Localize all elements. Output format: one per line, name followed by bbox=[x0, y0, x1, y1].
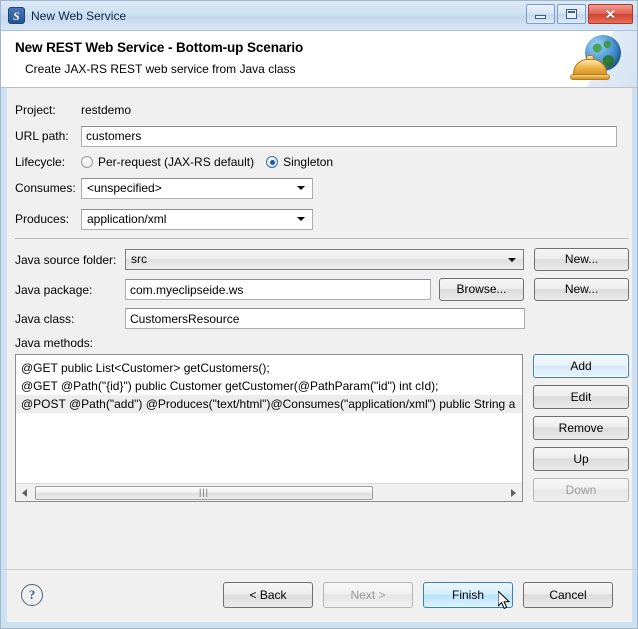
produces-label: Produces: bbox=[15, 212, 70, 226]
lifecycle-label: Lifecycle: bbox=[15, 155, 66, 169]
java-package-label: Java package: bbox=[15, 282, 93, 297]
java-source-folder-label: Java source folder: bbox=[15, 252, 117, 267]
finish-button[interactable]: Finish bbox=[423, 582, 513, 608]
help-button[interactable]: ? bbox=[21, 584, 43, 606]
browse-package-button[interactable]: Browse... bbox=[439, 278, 524, 301]
chevron-down-icon bbox=[297, 217, 305, 221]
consumes-label: Consumes: bbox=[15, 181, 76, 195]
java-source-folder-row: Java source folder: src New... bbox=[15, 248, 629, 271]
footer-right-rail bbox=[632, 570, 637, 628]
lifecycle-option-singleton[interactable]: Singleton bbox=[266, 155, 333, 169]
footer-bottom-rail bbox=[1, 622, 637, 628]
url-path-label: URL path: bbox=[15, 129, 69, 143]
title-bar: S New Web Service ✕ bbox=[1, 1, 637, 31]
project-value: restdemo bbox=[81, 103, 132, 117]
move-down-button: Down bbox=[533, 478, 629, 502]
close-button[interactable]: ✕ bbox=[588, 4, 633, 24]
new-web-service-dialog: S New Web Service ✕ New REST Web Service… bbox=[0, 0, 638, 629]
project-label: Project: bbox=[15, 103, 56, 117]
window-title: New Web Service bbox=[31, 8, 127, 23]
methods-side-buttons: Add Edit Remove Up Down bbox=[533, 354, 629, 502]
remove-method-button[interactable]: Remove bbox=[533, 416, 629, 440]
lifecycle-row: Lifecycle: Per-request (JAX-RS default) … bbox=[15, 150, 629, 174]
edit-method-button[interactable]: Edit bbox=[533, 385, 629, 409]
url-path-input[interactable] bbox=[81, 125, 617, 147]
list-item[interactable]: @POST @Path("add") @Produces("text/html"… bbox=[16, 395, 522, 413]
scroll-left-button[interactable] bbox=[16, 484, 33, 501]
triangle-right-icon bbox=[511, 488, 516, 497]
footer-button-group: < Back Next > Finish Cancel bbox=[223, 582, 613, 608]
java-methods-list[interactable]: @GET public List<Customer> getCustomers(… bbox=[15, 354, 523, 502]
grip-icon: ||| bbox=[198, 487, 209, 497]
next-button: Next > bbox=[323, 582, 413, 608]
move-up-button[interactable]: Up bbox=[533, 447, 629, 471]
right-rail bbox=[632, 88, 637, 570]
triangle-left-icon bbox=[22, 488, 27, 497]
consumes-row: Consumes: <unspecified> bbox=[15, 176, 629, 200]
java-methods-area: @GET public List<Customer> getCustomers(… bbox=[15, 354, 629, 502]
scrollbar-track[interactable]: ||| bbox=[33, 484, 505, 501]
produces-combobox[interactable]: application/xml bbox=[81, 208, 313, 230]
banner-title: New REST Web Service - Bottom-up Scenari… bbox=[15, 40, 304, 55]
lifecycle-singleton-label: Singleton bbox=[283, 155, 334, 169]
radio-icon-singleton bbox=[266, 156, 279, 168]
cancel-button[interactable]: Cancel bbox=[523, 582, 613, 608]
java-source-folder-combobox[interactable]: src bbox=[125, 249, 525, 270]
project-row: Project: restdemo bbox=[15, 98, 629, 122]
methods-horizontal-scrollbar[interactable]: ||| bbox=[16, 483, 522, 501]
java-source-folder-value: src bbox=[131, 252, 147, 266]
new-source-folder-button[interactable]: New... bbox=[534, 248, 629, 271]
wizard-content: Project: restdemo URL path: Lifecycle: P… bbox=[1, 88, 637, 570]
back-button[interactable]: < Back bbox=[223, 582, 313, 608]
minimize-icon bbox=[535, 14, 546, 19]
java-package-input[interactable] bbox=[125, 279, 431, 300]
new-package-button[interactable]: New... bbox=[534, 278, 629, 301]
maximize-button[interactable] bbox=[557, 4, 586, 24]
list-item[interactable]: @GET @Path("{id}") public Customer getCu… bbox=[16, 377, 522, 395]
java-class-row: Java class: bbox=[15, 308, 629, 329]
chevron-down-icon bbox=[508, 257, 517, 262]
dialog-footer: ? < Back Next > Finish Cancel bbox=[1, 569, 637, 628]
footer-left-rail bbox=[1, 570, 7, 628]
java-class-input[interactable] bbox=[125, 308, 525, 329]
left-rail bbox=[1, 88, 7, 570]
chevron-down-icon bbox=[297, 186, 305, 190]
lifecycle-option-per-request[interactable]: Per-request (JAX-RS default) bbox=[81, 155, 254, 169]
window-controls: ✕ bbox=[526, 4, 633, 24]
service-bell-icon bbox=[570, 55, 610, 81]
add-method-button[interactable]: Add bbox=[533, 354, 629, 378]
consumes-combobox[interactable]: <unspecified> bbox=[81, 177, 313, 199]
banner-artwork bbox=[559, 31, 637, 87]
section-divider bbox=[15, 238, 629, 239]
scroll-right-button[interactable] bbox=[505, 484, 522, 501]
java-methods-label: Java methods: bbox=[15, 336, 94, 350]
lifecycle-per-request-label: Per-request (JAX-RS default) bbox=[98, 155, 255, 169]
consumes-value: <unspecified> bbox=[87, 180, 162, 195]
list-item[interactable]: @GET public List<Customer> getCustomers(… bbox=[16, 359, 522, 377]
java-class-label: Java class: bbox=[15, 311, 75, 326]
myeclipse-s-icon: S bbox=[8, 7, 25, 24]
produces-value: application/xml bbox=[87, 211, 167, 226]
produces-row: Produces: application/xml bbox=[15, 207, 629, 231]
close-icon: ✕ bbox=[605, 6, 616, 22]
url-path-row: URL path: bbox=[15, 124, 629, 148]
wizard-banner: New REST Web Service - Bottom-up Scenari… bbox=[1, 31, 637, 88]
java-package-row: Java package: Browse... New... bbox=[15, 278, 629, 301]
minimize-button[interactable] bbox=[526, 4, 555, 24]
rest-service-form: Project: restdemo URL path: Lifecycle: P… bbox=[15, 88, 629, 502]
scrollbar-thumb[interactable]: ||| bbox=[35, 485, 373, 500]
maximize-icon bbox=[566, 9, 577, 19]
radio-icon-per-request bbox=[81, 156, 93, 168]
banner-subtitle: Create JAX-RS REST web service from Java… bbox=[25, 62, 296, 76]
